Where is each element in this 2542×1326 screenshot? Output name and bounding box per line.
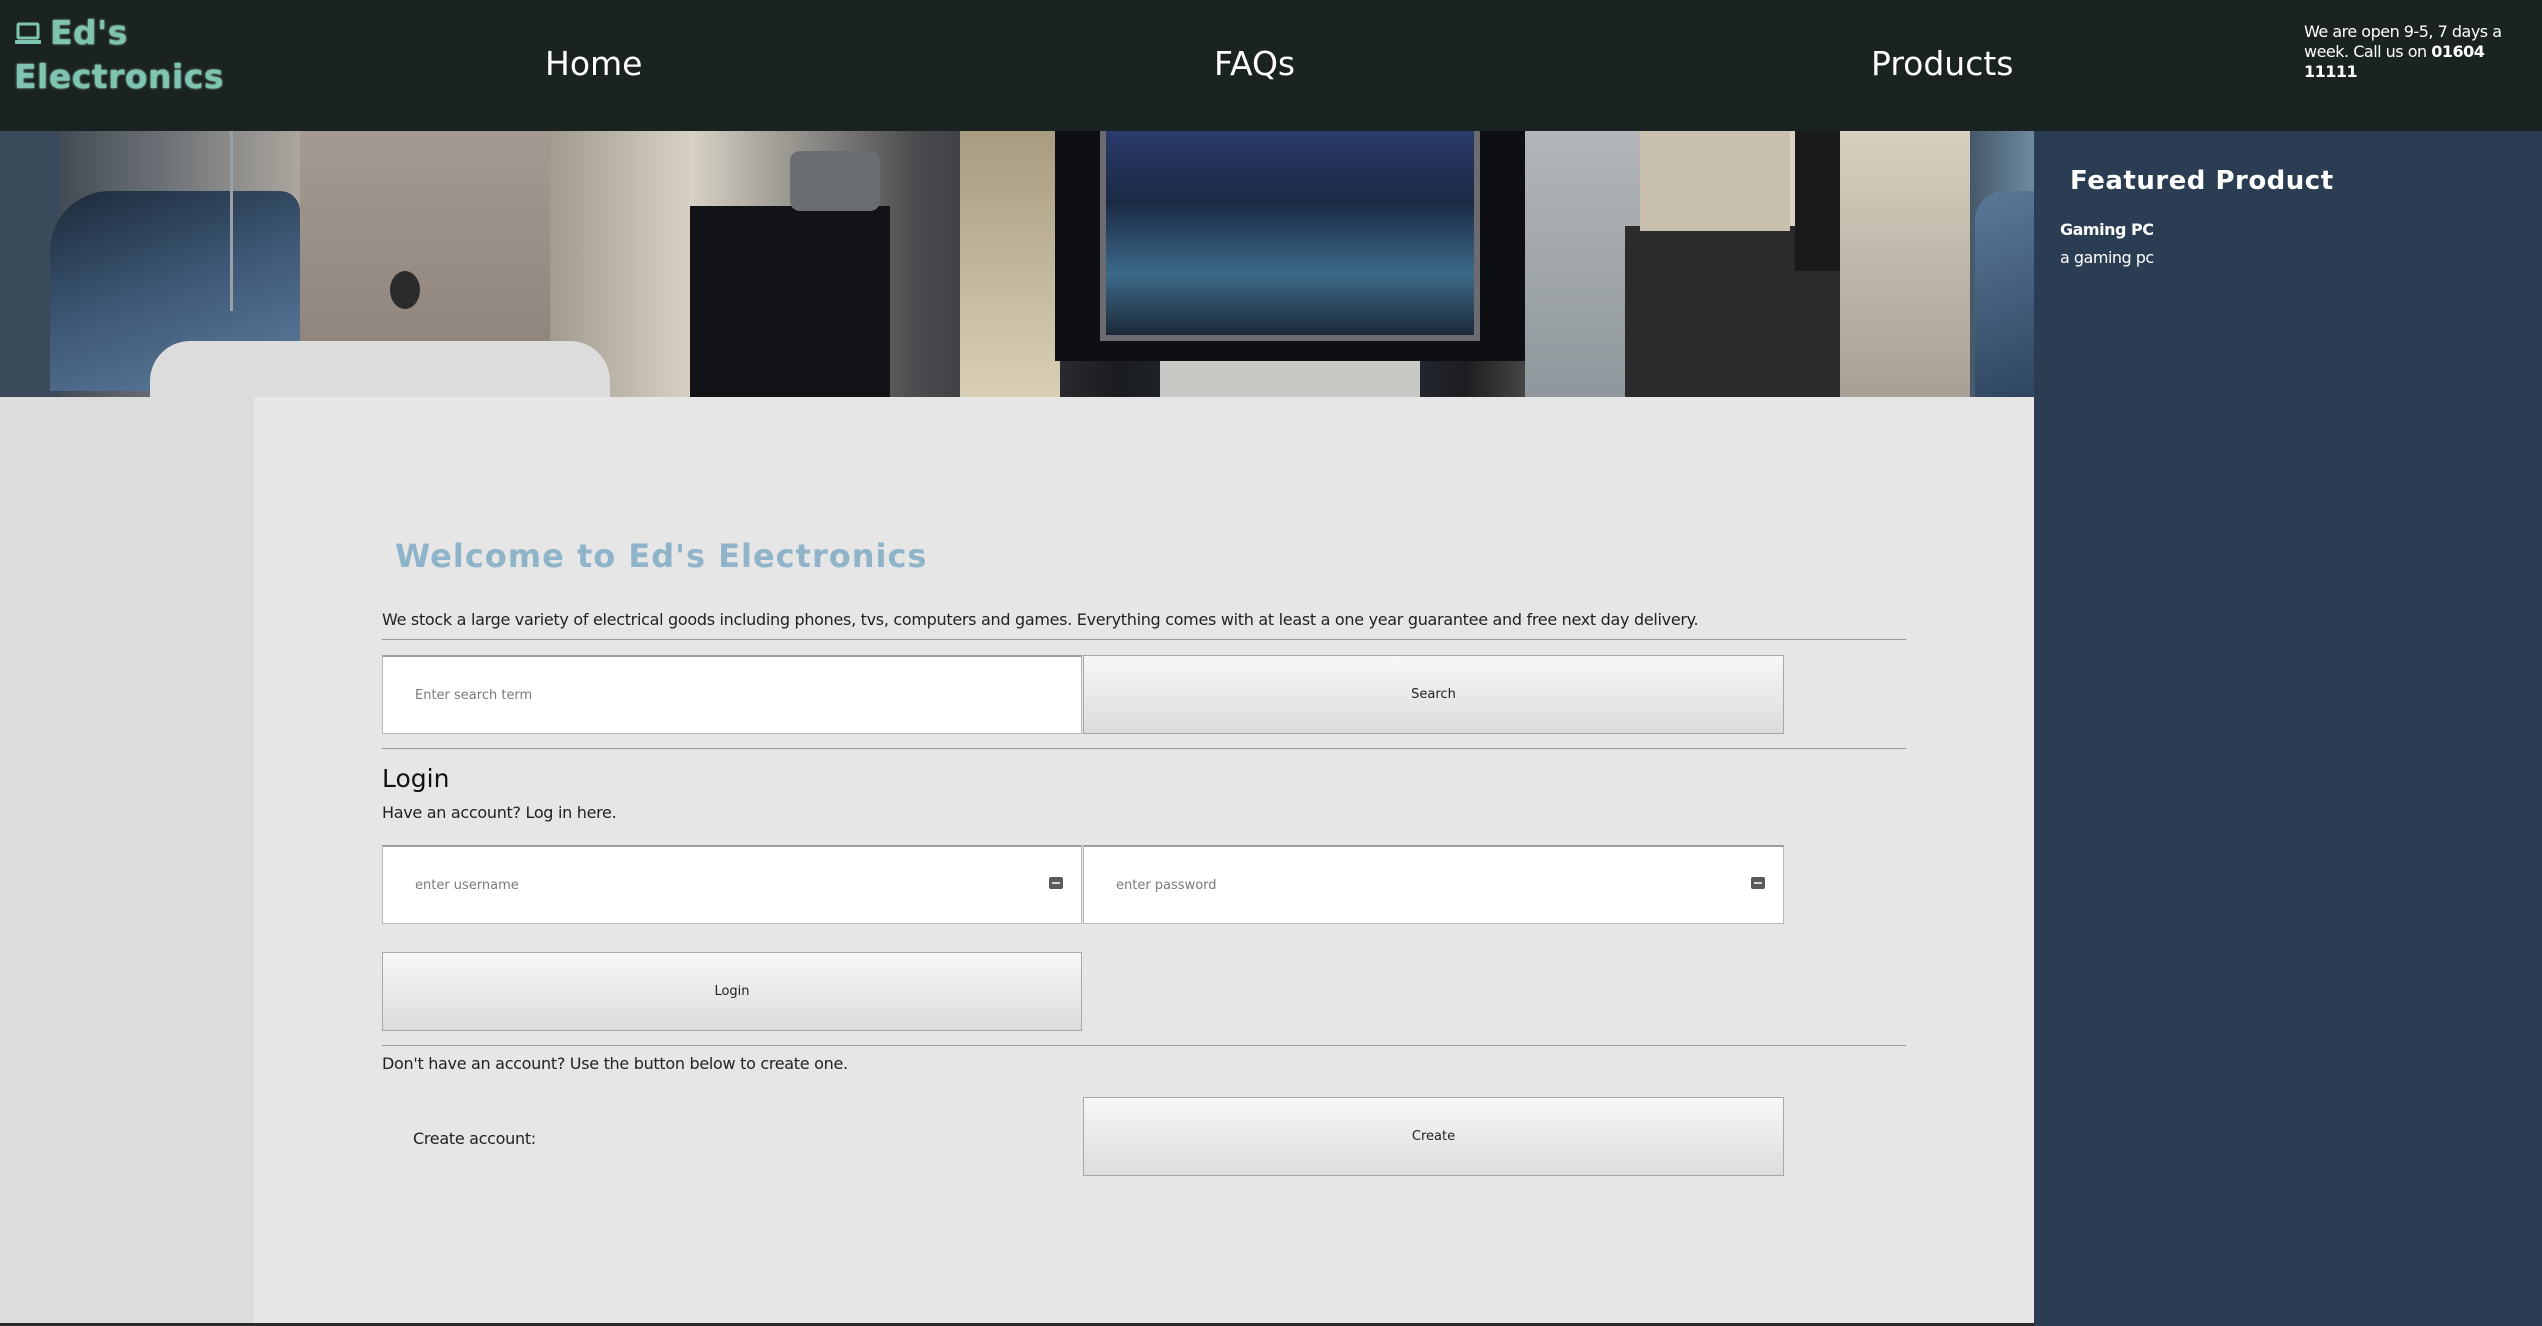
create-account-button[interactable]: Create	[1083, 1097, 1784, 1176]
laptop-icon	[14, 14, 42, 56]
search-input[interactable]	[383, 657, 1081, 733]
nav-home[interactable]: Home	[545, 44, 642, 84]
search-field[interactable]	[382, 655, 1082, 734]
signup-text: Don't have an account? Use the button be…	[382, 1054, 848, 1073]
page-title: Welcome to Ed's Electronics	[395, 537, 928, 575]
main-content: Welcome to Ed's Electronics We stock a l…	[254, 397, 2034, 1323]
hero-banner-image	[0, 131, 2034, 397]
username-field[interactable]	[382, 845, 1082, 924]
featured-product-name[interactable]: Gaming PC	[2060, 220, 2154, 240]
nav-products[interactable]: Products	[1871, 44, 2014, 84]
divider	[382, 639, 1906, 640]
logo-line-2: Electronics	[14, 57, 225, 96]
login-subtext: Have an account? Log in here.	[382, 803, 617, 822]
nav-faqs[interactable]: FAQs	[1214, 44, 1295, 84]
key-icon[interactable]	[1049, 877, 1063, 889]
password-field[interactable]	[1083, 845, 1784, 924]
key-icon[interactable]	[1751, 877, 1765, 889]
logo-line-1: Ed's	[50, 13, 128, 52]
featured-product-panel: Featured Product Gaming PC a gaming pc	[2034, 131, 2542, 1326]
featured-product-description: a gaming pc	[2060, 248, 2154, 267]
intro-text: We stock a large variety of electrical g…	[382, 610, 1699, 629]
left-margin	[0, 397, 254, 1326]
username-input[interactable]	[383, 847, 1081, 923]
site-logo[interactable]: Ed's Electronics	[14, 12, 224, 98]
featured-product-title: Featured Product	[2070, 166, 2334, 196]
site-header: Ed's Electronics Home FAQs Products We a…	[0, 0, 2542, 131]
login-heading: Login	[382, 764, 450, 793]
login-button[interactable]: Login	[382, 952, 1082, 1031]
divider	[382, 748, 1906, 749]
create-account-label: Create account:	[413, 1129, 536, 1148]
search-button[interactable]: Search	[1083, 655, 1784, 734]
opening-hours: We are open 9-5, 7 days a week. Call us …	[2304, 22, 2534, 82]
divider	[382, 1045, 1906, 1046]
password-input[interactable]	[1084, 847, 1783, 923]
